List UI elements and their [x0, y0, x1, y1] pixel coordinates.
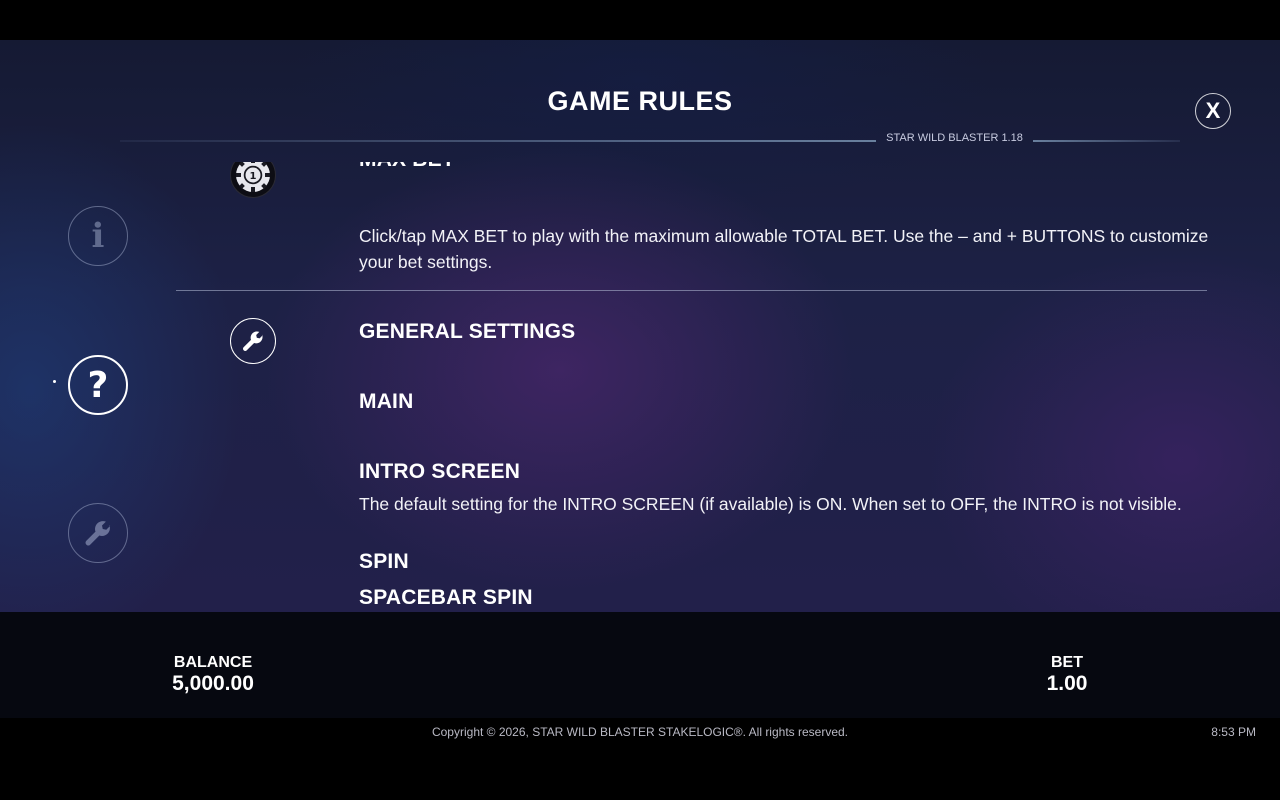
wrench-icon: [243, 331, 263, 351]
page-title: GAME RULES: [547, 86, 733, 116]
max-bet-heading: MAX BET: [359, 162, 455, 172]
section-divider: [176, 290, 1207, 291]
intro-screen-heading: INTRO SCREEN: [359, 460, 521, 483]
main-heading: MAIN: [359, 390, 414, 413]
general-settings-heading: GENERAL SETTINGS: [359, 320, 576, 343]
chip-value: 1: [250, 171, 257, 182]
spacebar-spin-heading: SPACEBAR SPIN: [359, 586, 533, 609]
game-rules-panel: GAME RULES X STAR WILD BLASTER 1.18 i ?: [0, 40, 1280, 612]
bet-display: BET 1.00: [1017, 654, 1117, 696]
close-button[interactable]: X: [1195, 93, 1231, 129]
top-bar: [0, 0, 1280, 40]
bet-value: 1.00: [1046, 672, 1088, 695]
balance-display: BALANCE 5,000.00: [153, 654, 273, 696]
rules-scroll-area[interactable]: 1 MAX BET Click/tap MAX BET to play with…: [0, 162, 1280, 612]
balance-label: BALANCE: [173, 654, 253, 671]
close-icon: X: [1205, 98, 1221, 123]
intro-screen-text: The default setting for the INTRO SCREEN…: [359, 494, 1182, 514]
chip-icon: 1: [236, 162, 270, 192]
footer: Copyright © 2026, STAR WILD BLASTER STAK…: [0, 718, 1280, 800]
clock: 8:53 PM: [1211, 725, 1256, 739]
bottom-bar: BALANCE 5,000.00 BET 1.00: [0, 612, 1280, 718]
spin-heading: SPIN: [359, 550, 409, 573]
max-bet-chip: 1: [230, 162, 276, 198]
bet-label: BET: [1051, 654, 1083, 671]
version-label: STAR WILD BLASTER 1.18: [886, 132, 1023, 144]
max-bet-text: Click/tap MAX BET to play with the maxim…: [359, 226, 1209, 272]
copyright-text: Copyright © 2026, STAR WILD BLASTER STAK…: [431, 725, 849, 739]
header-divider-right: [1033, 140, 1180, 142]
general-settings-icon-badge: [230, 318, 276, 364]
header-divider-left: [120, 140, 876, 142]
balance-value: 5,000.00: [172, 672, 254, 695]
